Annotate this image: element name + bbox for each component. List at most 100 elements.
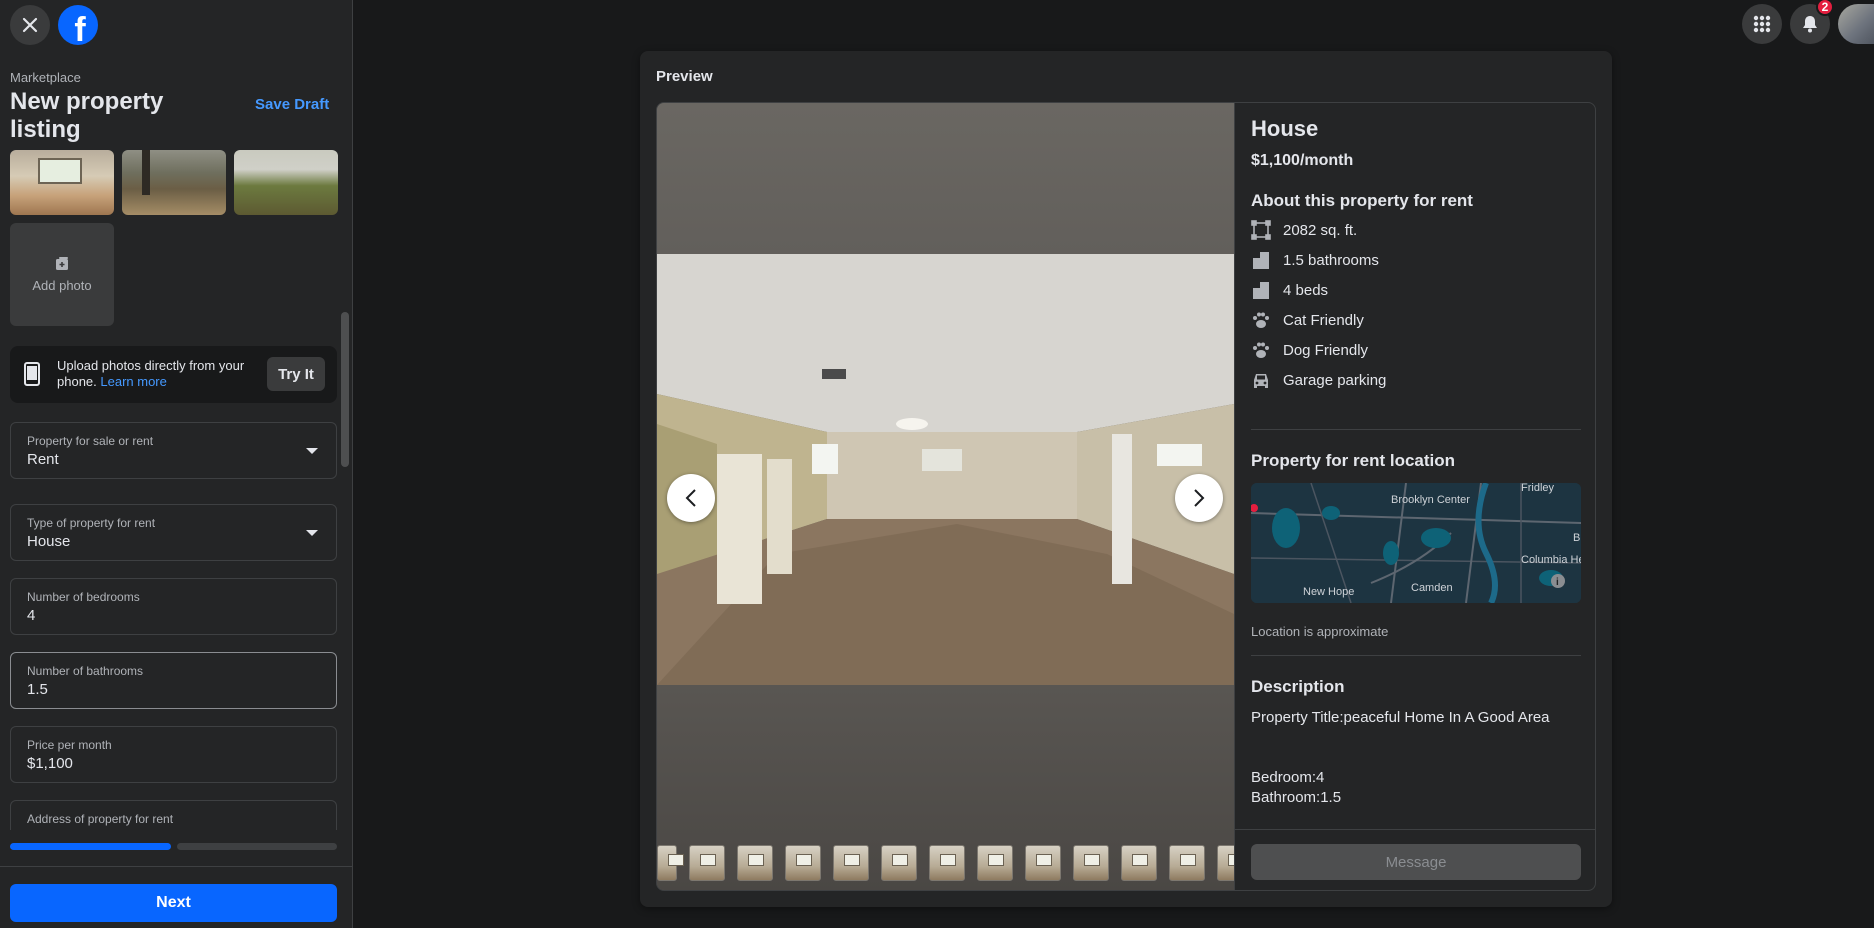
photo-thumbnail[interactable] (234, 150, 338, 215)
about-heading: About this property for rent (1251, 191, 1473, 210)
photo-blur-top (657, 103, 1234, 254)
try-it-button[interactable]: Try It (267, 357, 325, 391)
attribute-text: 1.5 bathrooms (1283, 251, 1379, 269)
paw-icon (1251, 340, 1271, 360)
building-icon (1251, 280, 1271, 300)
address-input[interactable]: Address of property for rent (10, 800, 337, 830)
section-divider (1251, 655, 1581, 656)
area-icon (1251, 220, 1271, 240)
chevron-right-icon (1194, 489, 1205, 507)
top-right-controls: 2 (1742, 0, 1874, 44)
next-button[interactable]: Next (10, 884, 337, 922)
section-divider (1251, 429, 1581, 430)
attribute-text: 2082 sq. ft. (1283, 221, 1358, 239)
photo-thumbnail[interactable] (122, 150, 226, 215)
map-label-new-hope: New Hope (1303, 586, 1354, 598)
filmstrip-thumbnail[interactable] (785, 845, 821, 881)
filmstrip-thumbnail[interactable] (1121, 845, 1157, 881)
filmstrip-thumbnail[interactable] (1025, 845, 1061, 881)
description-body: Property Title:peaceful Home In A Good A… (1251, 708, 1550, 808)
next-photo-button[interactable] (1175, 474, 1223, 522)
attribute-text: Cat Friendly (1283, 311, 1364, 329)
filmstrip-thumbnail[interactable] (737, 845, 773, 881)
previous-photo-button[interactable] (667, 474, 715, 522)
field-label: Address of property for rent (27, 812, 174, 826)
filmstrip-thumbnail[interactable] (657, 845, 684, 881)
preview-heading: Preview (656, 68, 713, 85)
preview-card: House $1,100/month About this property f… (656, 102, 1596, 891)
field-value: Rent (27, 451, 59, 468)
location-map[interactable]: Brooklyn Center Fridley Columbia Heights… (1251, 483, 1581, 603)
attribute-text: 4 beds (1283, 281, 1329, 299)
listing-title: House (1251, 116, 1319, 141)
field-value: 1.5 (27, 681, 48, 698)
filmstrip-thumbnail[interactable] (977, 845, 1013, 881)
close-icon (22, 17, 38, 33)
bell-icon (1803, 16, 1817, 33)
page-title: New property listing (10, 88, 164, 143)
attribute-text: Dog Friendly (1283, 341, 1369, 359)
listing-sidebar: f Marketplace New property listing Save … (0, 0, 353, 928)
avatar[interactable] (1838, 4, 1874, 44)
map-label-fridley: Fridley (1521, 483, 1555, 494)
field-label: Number of bathrooms (27, 664, 144, 678)
upload-text: Upload photos directly from your phone. … (57, 358, 257, 390)
notifications-button[interactable]: 2 (1790, 0, 1834, 44)
map-label-brooklyn-center: Brooklyn Center (1391, 494, 1470, 506)
dropdown-caret-icon (306, 448, 318, 454)
map-info-icon[interactable]: i (1556, 577, 1559, 588)
photo-thumbnail[interactable] (10, 150, 114, 215)
property-type-select[interactable]: Type of property for rent House (10, 504, 337, 561)
attribute-dog-friendly: Dog Friendly (1251, 338, 1368, 362)
chevron-left-icon (685, 489, 696, 507)
attribute-beds: 4 beds (1251, 278, 1328, 302)
field-label: Number of bedrooms (27, 590, 140, 604)
message-button[interactable]: Message (1251, 844, 1581, 880)
description-heading: Description (1251, 677, 1345, 696)
filmstrip-thumbnail[interactable] (881, 845, 917, 881)
upload-from-phone-card: Upload photos directly from your phone. … (10, 346, 337, 403)
field-value: $1,100 (27, 755, 73, 772)
paw-icon (1251, 310, 1271, 330)
listing-preview: Preview House $1,100/month About this pr… (640, 51, 1612, 907)
sale-or-rent-select[interactable]: Property for sale or rent Rent (10, 422, 337, 479)
learn-more-link[interactable]: Learn more (100, 374, 166, 389)
attribute-bathrooms: 1.5 bathrooms (1251, 248, 1379, 272)
filmstrip-thumbnail[interactable] (689, 845, 725, 881)
filmstrip-thumbnail[interactable] (1169, 845, 1205, 881)
sidebar-top-icons: f (10, 5, 98, 45)
description-line: Bedroom:4 (1251, 769, 1325, 786)
map-graphic: Brooklyn Center Fridley Columbia Heights… (1251, 483, 1581, 603)
filmstrip-thumbnail[interactable] (929, 845, 965, 881)
notification-badge: 2 (1816, 0, 1834, 16)
sidebar-scrollbar[interactable] (341, 312, 349, 467)
bedrooms-input[interactable]: Number of bedrooms 4 (10, 578, 337, 635)
filmstrip-thumbnail[interactable] (833, 845, 869, 881)
facebook-logo[interactable]: f (58, 5, 98, 45)
location-note: Location is approximate (1251, 624, 1389, 639)
filmstrip-thumbnail[interactable] (1217, 845, 1234, 881)
add-photo-button[interactable]: Add photo (10, 223, 114, 326)
add-photo-label: Add photo (32, 278, 92, 293)
field-label: Price per month (27, 738, 112, 752)
footer-divider (0, 866, 353, 867)
menu-button[interactable] (1742, 4, 1782, 44)
price-input[interactable]: Price per month $1,100 (10, 726, 337, 783)
description-line: Property Title:peaceful Home In A Good A… (1251, 709, 1550, 726)
sidebar-scroll-area[interactable]: Add photo Upload photos directly from yo… (0, 150, 353, 830)
save-draft-button[interactable]: Save Draft (255, 96, 329, 113)
attribute-text: Garage parking (1283, 371, 1387, 389)
breadcrumb[interactable]: Marketplace (10, 70, 81, 85)
attribute-cat-friendly: Cat Friendly (1251, 308, 1364, 332)
filmstrip-thumbnail[interactable] (1073, 845, 1109, 881)
bathrooms-input[interactable]: Number of bathrooms 1.5 (10, 652, 337, 709)
field-value: 4 (27, 607, 36, 624)
field-label: Property for sale or rent (27, 434, 154, 448)
attribute-garage-parking: Garage parking (1251, 368, 1386, 392)
photo-filmstrip (657, 845, 1234, 885)
message-footer: Message (1235, 829, 1595, 890)
progress-step-pending (176, 843, 337, 850)
building-icon (1251, 250, 1271, 270)
photo-viewer (657, 103, 1234, 890)
close-button[interactable] (10, 5, 50, 45)
